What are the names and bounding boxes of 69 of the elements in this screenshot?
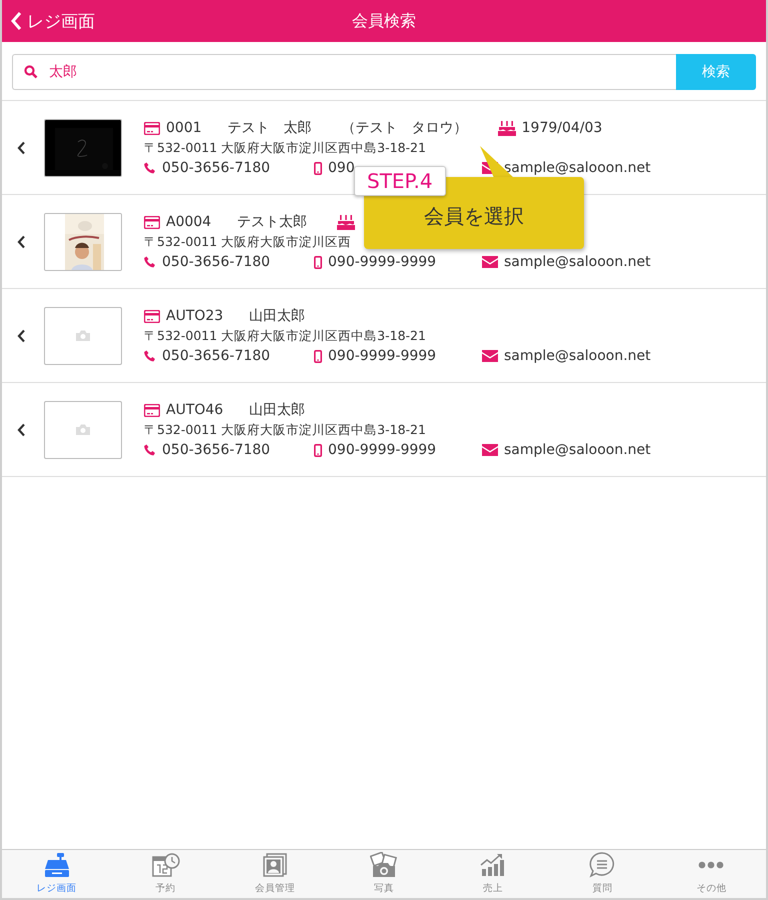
chevron-left-icon — [16, 140, 26, 154]
mobile-number: 090-9999-9999 — [328, 442, 436, 458]
member-address: 〒532-0011 大阪府大阪市淀川区西中島3-18-21 — [144, 422, 426, 437]
tab-bar-item[interactable]: 質問 — [548, 850, 657, 898]
tab-bar-item[interactable]: 会員管理 — [220, 850, 330, 898]
chevron-left-icon — [16, 422, 26, 436]
email-address: sample@salooon.net — [504, 348, 651, 364]
cash-register-icon — [44, 853, 70, 877]
camera-icon — [76, 330, 90, 341]
phone-number: 050-3656-7180 — [162, 254, 270, 270]
callout-text: 会員を選択 — [424, 202, 524, 230]
tab-bar-item[interactable]: 予約 — [111, 850, 220, 898]
card-icon — [144, 310, 160, 322]
birthday: 1979/04/03 — [522, 120, 602, 136]
chevron-left-icon — [16, 234, 26, 248]
phone-icon — [144, 350, 156, 362]
member-name: 山田太郎 — [249, 307, 306, 325]
envelope-icon — [482, 350, 498, 362]
back-button[interactable]: レジ画面 — [2, 0, 103, 42]
envelope-icon — [482, 256, 498, 268]
chevron-left-icon — [16, 328, 26, 342]
screen-title: 会員検索 — [352, 10, 416, 30]
search-button[interactable]: 検索 — [676, 54, 756, 90]
bar-chart-icon — [480, 854, 506, 876]
email-address: sample@salooon.net — [504, 160, 651, 176]
card-icon — [144, 216, 160, 228]
member-name: テスト 太郎 — [228, 119, 312, 137]
calendar-clock-icon — [152, 853, 180, 877]
member-name: 山田太郎 — [249, 401, 306, 419]
speech-bubble-icon — [589, 852, 616, 878]
member-address: 〒532-0011 大阪府大阪市淀川区西 — [144, 234, 352, 249]
phone-number: 050-3656-7180 — [162, 348, 270, 364]
mobile-phone-icon — [314, 444, 322, 456]
mobile-number: 090 — [328, 160, 355, 176]
search-icon — [24, 65, 38, 79]
member-code: AUTO46 — [166, 402, 224, 418]
email-address: sample@salooon.net — [504, 442, 651, 458]
mobile-number: 090-9999-9999 — [328, 254, 436, 270]
phone-icon — [144, 162, 156, 174]
phone-icon — [144, 444, 156, 456]
card-icon — [144, 404, 160, 416]
step-label: STEP.4 — [354, 166, 446, 196]
phone-icon — [144, 256, 156, 268]
phone-number: 050-3656-7180 — [162, 160, 270, 176]
member-address: 〒532-0011 大阪府大阪市淀川区西中島3-18-21 — [144, 140, 426, 155]
member-address: 〒532-0011 大阪府大阪市淀川区西中島3-18-21 — [144, 328, 426, 343]
tab-bar-item[interactable]: 写真 — [329, 850, 439, 898]
mobile-phone-icon — [314, 350, 322, 362]
member-name: テスト太郎 — [237, 213, 308, 231]
portrait-icon — [262, 853, 287, 877]
phone-number: 050-3656-7180 — [162, 442, 270, 458]
photos-camera-icon — [370, 852, 398, 878]
mobile-phone-icon — [314, 162, 322, 174]
tab-bar-item[interactable]: その他 — [656, 850, 766, 898]
mobile-phone-icon — [314, 256, 322, 268]
envelope-icon — [482, 444, 498, 456]
member-code: 0001 — [166, 120, 202, 136]
tab-bar-item[interactable]: レジ画面 — [2, 850, 112, 898]
member-name-kana: （テスト タロウ） — [342, 119, 468, 137]
tab-bar-item[interactable]: 売上 — [438, 850, 548, 898]
member-code: AUTO23 — [166, 308, 224, 324]
email-address: sample@salooon.net — [504, 254, 651, 270]
card-icon — [144, 122, 160, 134]
chevron-left-icon — [10, 11, 22, 31]
search-field[interactable]: 太郎 — [12, 54, 676, 90]
member-code: A0004 — [166, 214, 212, 230]
more-icon — [698, 861, 724, 869]
mobile-number: 090-9999-9999 — [328, 348, 436, 364]
camera-icon — [76, 424, 90, 435]
